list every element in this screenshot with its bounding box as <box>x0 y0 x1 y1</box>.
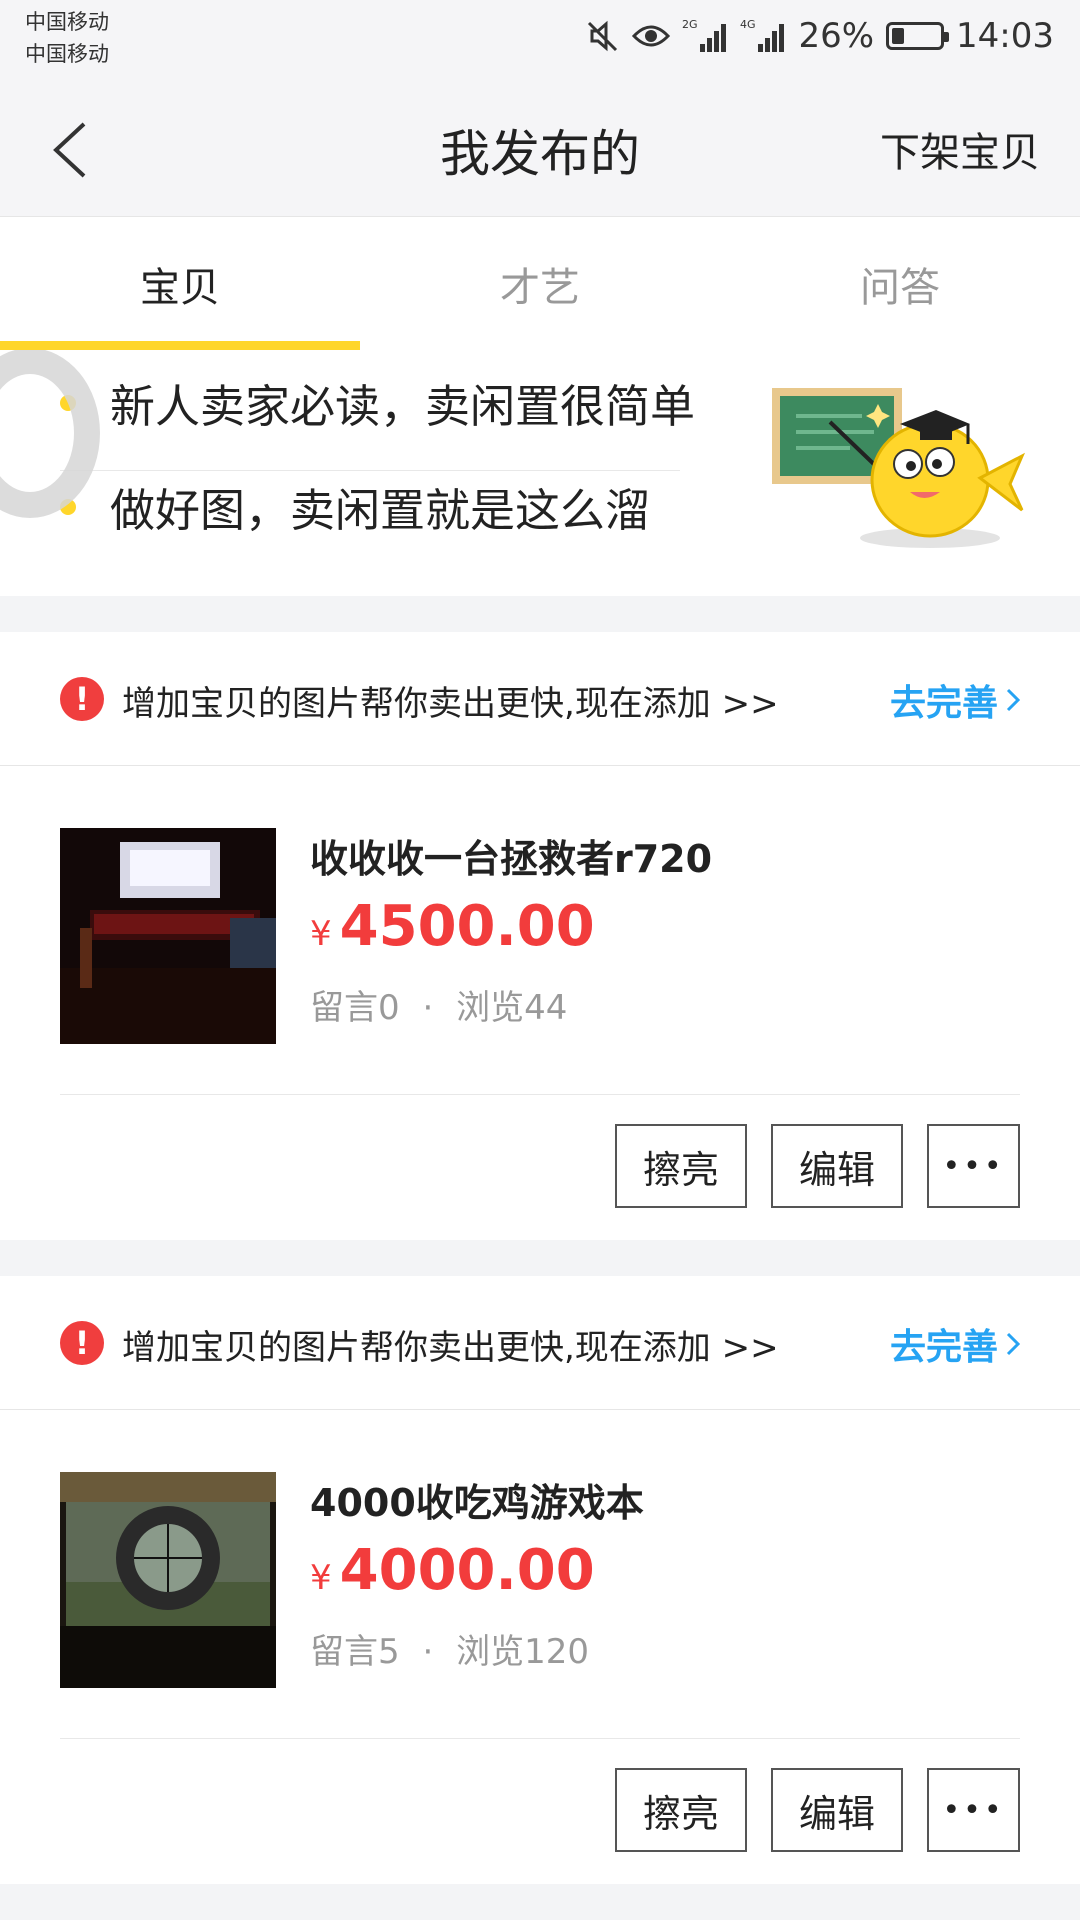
chevron-right-icon <box>1006 1332 1021 1356</box>
divider <box>60 1094 1020 1095</box>
polish-button[interactable]: 擦亮 <box>615 1124 747 1208</box>
price-amount: 4000.00 <box>339 1538 595 1603</box>
item-thumbnail[interactable] <box>60 1472 276 1688</box>
item-card: ! 增加宝贝的图片帮你卖出更快,现在添加 >> 去完善 收收收一台拯救者r720… <box>0 632 1080 1240</box>
price-amount: 4500.00 <box>339 894 595 959</box>
add-photos-notice: ! 增加宝贝的图片帮你卖出更快,现在添加 >> 去完善 <box>0 632 1080 766</box>
status-bar: 中国移动 中国移动 2G 4G 26% 14:03 <box>0 0 1080 80</box>
tab-qa[interactable]: 问答 <box>720 217 1080 351</box>
tab-bar: 宝贝 才艺 问答 <box>0 216 1080 351</box>
carrier-labels: 中国移动 中国移动 <box>25 6 109 70</box>
complete-button[interactable]: 去完善 <box>890 674 1022 726</box>
comment-count: 留言0 <box>310 988 400 1028</box>
item-price: ¥ 4000.00 <box>310 1538 595 1603</box>
mascot-fish-illustration <box>772 388 1026 548</box>
battery-percent: 26% <box>798 16 875 56</box>
complete-label: 去完善 <box>889 683 998 724</box>
guide-link-photos[interactable]: 做好图，卖闲置就是这么溜 <box>60 474 650 539</box>
battery-icon <box>886 22 950 50</box>
view-count: 浏览120 <box>456 1632 589 1672</box>
more-options-button[interactable]: ••• <box>927 1768 1020 1852</box>
currency-symbol: ¥ <box>310 1558 332 1598</box>
nav-header: 我发布的 下架宝贝 <box>0 80 1080 216</box>
add-photos-notice: ! 增加宝贝的图片帮你卖出更快,现在添加 >> 去完善 <box>0 1276 1080 1410</box>
tab-items[interactable]: 宝贝 <box>0 217 360 351</box>
guide-link-newbie[interactable]: 新人卖家必读，卖闲置很简单 <box>60 370 695 435</box>
carrier-1: 中国移动 <box>25 10 109 34</box>
guide-link-label: 做好图，卖闲置就是这么溜 <box>110 484 651 537</box>
separator-dot: · <box>422 988 434 1028</box>
network-2g-label: 2G <box>682 18 698 31</box>
network-4g-label: 4G <box>740 18 756 31</box>
laptop-photo-image <box>60 828 276 1044</box>
warning-icon: ! <box>60 1321 104 1365</box>
separator-dot: · <box>422 1632 434 1672</box>
view-count: 浏览44 <box>456 988 568 1028</box>
guide-link-label: 新人卖家必读，卖闲置很简单 <box>110 380 696 433</box>
game-screen-photo-image <box>60 1472 276 1688</box>
warning-icon: ! <box>60 677 104 721</box>
item-stats: 留言5 · 浏览120 <box>310 1624 589 1673</box>
carrier-2: 中国移动 <box>25 42 109 66</box>
status-icons: 2G 4G 26% 14:03 <box>586 14 1054 58</box>
item-stats: 留言0 · 浏览44 <box>310 980 567 1029</box>
item-title[interactable]: 4000收吃鸡游戏本 <box>310 1472 644 1527</box>
divider <box>60 1738 1020 1739</box>
more-options-button[interactable]: ••• <box>927 1124 1020 1208</box>
item-card: ! 增加宝贝的图片帮你卖出更快,现在添加 >> 去完善 4000收吃鸡游戏本 ¥… <box>0 1276 1080 1884</box>
signal-icon: 2G <box>682 18 727 52</box>
tab-talents[interactable]: 才艺 <box>360 217 720 351</box>
currency-symbol: ¥ <box>310 914 332 954</box>
complete-button[interactable]: 去完善 <box>890 1318 1022 1370</box>
clock: 14:03 <box>956 16 1054 56</box>
edit-button[interactable]: 编辑 <box>771 1768 903 1852</box>
comment-count: 留言5 <box>310 1632 400 1672</box>
seller-guide: 新人卖家必读，卖闲置很简单 做好图，卖闲置就是这么溜 <box>0 350 1080 596</box>
item-thumbnail[interactable] <box>60 828 276 1044</box>
signal-icon: 4G <box>740 18 785 52</box>
battery-fill <box>892 28 905 44</box>
delist-button[interactable]: 下架宝贝 <box>880 120 1040 178</box>
mute-icon <box>588 20 618 52</box>
edit-button[interactable]: 编辑 <box>771 1124 903 1208</box>
chevron-right-icon <box>1006 688 1021 712</box>
notice-text: 增加宝贝的图片帮你卖出更快,现在添加 >> <box>122 1328 779 1368</box>
divider <box>60 470 680 471</box>
item-title[interactable]: 收收收一台拯救者r720 <box>310 828 712 883</box>
eye-icon <box>632 25 671 47</box>
polish-button[interactable]: 擦亮 <box>615 1768 747 1852</box>
item-price: ¥ 4500.00 <box>310 894 595 959</box>
complete-label: 去完善 <box>889 1327 998 1368</box>
notice-text: 增加宝贝的图片帮你卖出更快,现在添加 >> <box>122 684 779 724</box>
